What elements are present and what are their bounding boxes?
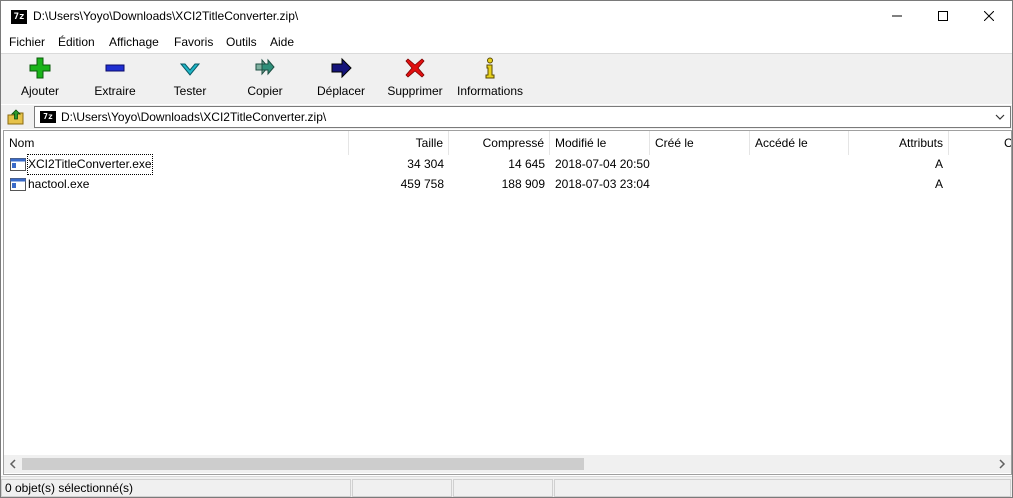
table-row[interactable]: hactool.exe 459 758 188 909 2018-07-03 2… <box>4 175 1011 194</box>
column-header-modified[interactable]: Modifié le <box>550 131 650 155</box>
plus-icon <box>29 57 51 79</box>
status-pane-size <box>352 479 452 497</box>
status-pane-info <box>554 479 1011 497</box>
extract-button[interactable]: Extraire <box>87 56 143 102</box>
chevron-down-icon[interactable] <box>994 110 1006 124</box>
test-button[interactable]: Tester <box>164 56 216 102</box>
toolbar: Ajouter Extraire Tester Copier Déplacer … <box>1 53 1012 104</box>
status-pane-packed <box>453 479 553 497</box>
menu-fichier[interactable]: Fichier <box>9 35 45 49</box>
path-combobox[interactable]: 7z D:\Users\Yoyo\Downloads\XCI2TitleConv… <box>34 106 1011 128</box>
add-button[interactable]: Ajouter <box>11 56 69 102</box>
file-attributes: A <box>935 177 944 191</box>
extract-label: Extraire <box>94 84 136 98</box>
file-list[interactable]: Nom Taille Compressé Modifié le Créé le … <box>3 130 1012 475</box>
7zip-app-icon: 7z <box>11 10 27 24</box>
column-header-packed[interactable]: Compressé <box>449 131 550 155</box>
title-bar[interactable]: 7z D:\Users\Yoyo\Downloads\XCI2TitleConv… <box>1 1 1012 32</box>
maximize-icon <box>938 11 948 21</box>
column-header-created[interactable]: Créé le <box>650 131 750 155</box>
info-icon <box>485 57 495 79</box>
scroll-left-arrow-icon[interactable] <box>6 457 20 471</box>
close-button[interactable] <box>966 1 1012 32</box>
scrollbar-thumb[interactable] <box>22 458 584 470</box>
app-window: 7z D:\Users\Yoyo\Downloads\XCI2TitleConv… <box>0 0 1013 498</box>
maximize-button[interactable] <box>920 1 966 32</box>
file-size: 459 758 <box>400 177 444 191</box>
move-label: Déplacer <box>316 84 366 98</box>
double-arrow-right-icon <box>255 58 275 76</box>
folder-up-icon[interactable] <box>7 108 25 126</box>
menu-favoris[interactable]: Favoris <box>174 35 213 49</box>
info-label: Informations <box>456 84 524 98</box>
minimize-icon <box>892 15 902 17</box>
file-modified: 2018-07-03 23:04 <box>555 177 650 191</box>
test-label: Tester <box>173 84 207 98</box>
table-row[interactable]: XCI2TitleConverter.exe 34 304 14 645 201… <box>4 154 1011 175</box>
window-title: D:\Users\Yoyo\Downloads\XCI2TitleConvert… <box>33 9 299 23</box>
list-header: Nom Taille Compressé Modifié le Créé le … <box>4 131 1011 155</box>
delete-x-icon <box>405 58 425 78</box>
menu-outils[interactable]: Outils <box>226 35 257 49</box>
menu-bar: Fichier Édition Affichage Favoris Outils… <box>1 32 1012 53</box>
selection-status: 0 objet(s) sélectionné(s) <box>1 479 351 497</box>
move-button[interactable]: Déplacer <box>312 56 370 102</box>
horizontal-scrollbar[interactable] <box>4 455 1011 473</box>
exe-file-icon <box>10 158 26 171</box>
status-bar: 0 objet(s) sélectionné(s) <box>1 476 1012 497</box>
checkmark-icon <box>179 63 201 76</box>
exe-file-icon <box>10 178 26 191</box>
scroll-right-arrow-icon[interactable] <box>995 457 1009 471</box>
copy-label: Copier <box>247 84 283 98</box>
file-size: 34 304 <box>407 157 444 171</box>
close-icon <box>983 10 995 22</box>
menu-aide[interactable]: Aide <box>270 35 294 49</box>
archive-icon: 7z <box>40 111 56 123</box>
address-bar: 7z D:\Users\Yoyo\Downloads\XCI2TitleConv… <box>1 105 1012 129</box>
menu-affichage[interactable]: Affichage <box>109 35 159 49</box>
menu-edition[interactable]: Édition <box>58 35 95 49</box>
add-label: Ajouter <box>20 84 60 98</box>
file-packed: 14 645 <box>508 157 545 171</box>
file-packed: 188 909 <box>501 177 545 191</box>
delete-label: Supprimer <box>387 84 443 98</box>
column-header-size[interactable]: Taille <box>349 131 449 155</box>
minus-icon <box>105 64 125 72</box>
minimize-button[interactable] <box>874 1 920 32</box>
file-name: hactool.exe <box>28 177 90 191</box>
column-header-name[interactable]: Nom <box>4 131 349 155</box>
info-button[interactable]: Informations <box>455 56 525 102</box>
file-name: XCI2TitleConverter.exe <box>27 154 153 175</box>
copy-button[interactable]: Copier <box>241 56 289 102</box>
file-modified: 2018-07-04 20:50 <box>555 157 650 171</box>
column-header-accessed[interactable]: Accédé le <box>750 131 849 155</box>
delete-button[interactable]: Supprimer <box>384 56 446 102</box>
path-text: D:\Users\Yoyo\Downloads\XCI2TitleConvert… <box>61 110 327 124</box>
column-header-attributes[interactable]: Attributs <box>849 131 949 155</box>
file-attributes: A <box>935 157 944 171</box>
column-header-extra[interactable]: C <box>999 131 1011 155</box>
arrow-right-icon <box>331 57 352 79</box>
